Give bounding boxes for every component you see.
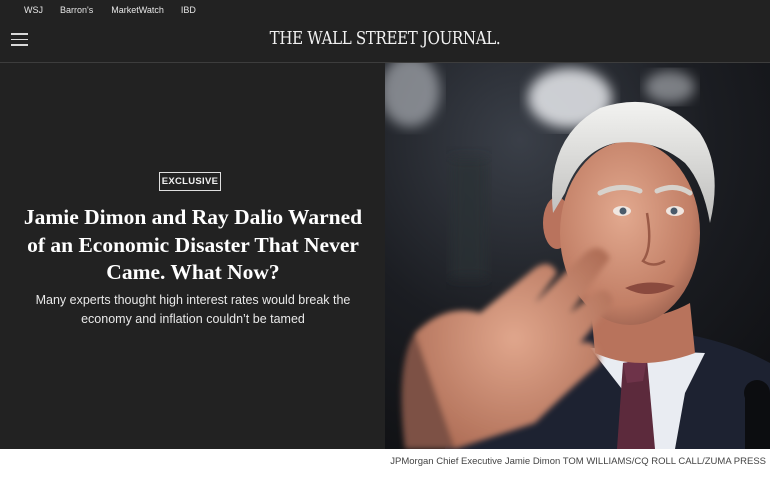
nav-link-marketwatch[interactable]: MarketWatch	[111, 5, 164, 15]
hamburger-menu-icon[interactable]	[11, 33, 28, 46]
hero-photo[interactable]	[385, 63, 770, 449]
image-caption: JPMorgan Chief Executive Jamie Dimon TOM…	[390, 456, 766, 467]
nav-link-ibd[interactable]: IBD	[181, 5, 196, 15]
top-navigation: WSJ Barron's MarketWatch IBD	[0, 0, 770, 19]
nav-link-barrons[interactable]: Barron's	[60, 5, 93, 15]
article-dek: Many experts thought high interest rates…	[35, 293, 351, 326]
nav-link-wsj[interactable]: WSJ	[24, 5, 43, 15]
wsj-logo[interactable]: THE WALL STREET JOURNAL.	[54, 29, 716, 49]
headline[interactable]: Jamie Dimon and Ray Dalio Warned of an E…	[18, 204, 368, 287]
caption-band: JPMorgan Chief Executive Jamie Dimon TOM…	[0, 449, 770, 484]
site-header: THE WALL STREET JOURNAL.	[0, 19, 770, 63]
exclusive-badge: EXCLUSIVE	[159, 172, 221, 191]
